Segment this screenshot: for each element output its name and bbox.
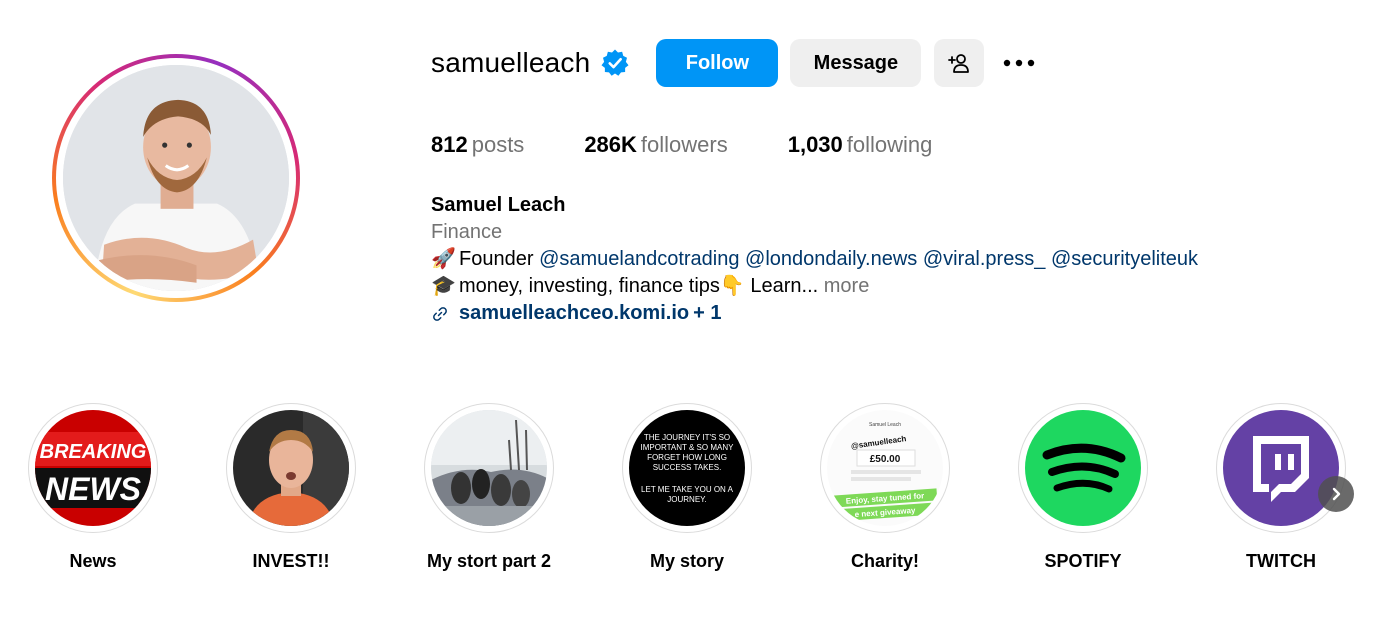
follow-button[interactable]: Follow (656, 39, 779, 87)
story-thumb-line: JOURNEY. (667, 495, 706, 504)
highlight-spotify[interactable]: SPOTIFY (1018, 403, 1148, 572)
following-count: 1,030 (787, 132, 843, 157)
avatar-photo (63, 65, 289, 291)
mention-viral-press[interactable]: @viral.press_ (923, 248, 1046, 270)
highlights-next-button[interactable] (1318, 476, 1354, 512)
chevron-right-icon (1332, 487, 1341, 501)
highlight-ring: THE JOURNEY IT'S SO IMPORTANT & SO MANY … (622, 403, 752, 533)
rocket-emoji: 🚀 (431, 248, 456, 270)
charity-thumb-amount: £50.00 (870, 454, 901, 465)
highlight-invest[interactable]: INVEST!! (226, 403, 356, 572)
charity-thumb-header: Samuel Leach (869, 422, 901, 428)
highlight-label: News (69, 551, 117, 571)
more-options-button[interactable] (996, 39, 1042, 87)
story-thumb-line: IMPORTANT & SO MANY (641, 443, 735, 452)
highlight-my-story[interactable]: THE JOURNEY IT'S SO IMPORTANT & SO MANY … (622, 403, 752, 572)
bio-line-2: 🎓 money, investing, finance tips👇 Learn..… (431, 273, 1198, 300)
highlight-ring (424, 403, 554, 533)
twitch-icon (1223, 410, 1339, 526)
posts-label: posts (471, 132, 525, 157)
highlight-label: TWITCH (1246, 551, 1316, 571)
graduation-cap-emoji: 🎓 (431, 275, 456, 297)
message-button[interactable]: Message (790, 39, 922, 87)
following-stat[interactable]: 1,030 following (788, 132, 933, 158)
followers-stat[interactable]: 286K followers (584, 132, 727, 158)
highlight-thumb-invest (233, 410, 349, 526)
profile-header: samuelleach Follow Message (431, 39, 1042, 87)
followers-count: 286K (584, 132, 637, 157)
highlight-ring (1018, 403, 1148, 533)
story-thumb-line: THE JOURNEY IT'S SO (644, 433, 730, 442)
mention-securityeliteuk[interactable]: @securityeliteuk (1051, 248, 1198, 270)
bio-founder-text: Founder (459, 248, 534, 270)
highlight-ring (226, 403, 356, 533)
avatar-gap (56, 58, 296, 298)
highlight-my-stort-part-2[interactable]: My stort part 2 (424, 403, 554, 572)
followers-label: followers (640, 132, 728, 157)
highlight-label: Charity! (850, 551, 919, 571)
posts-stat: 812 posts (431, 132, 524, 158)
profile-bio: Samuel Leach Finance 🚀 Founder @samueland… (431, 192, 1198, 327)
news-thumb-text: NEWS (45, 471, 142, 507)
link-icon (433, 306, 447, 321)
highlight-ring: Samuel Leach @samuelleach £50.00 Enjoy, … (820, 403, 950, 533)
highlight-label: My stort part 2 (426, 551, 552, 571)
highlight-thumb-my-story: THE JOURNEY IT'S SO IMPORTANT & SO MANY … (629, 410, 745, 526)
bio-line-1: 🚀 Founder @samuelandcotrading @londondail… (431, 246, 1198, 273)
bio-learn-text: Learn... (744, 275, 819, 297)
username: samuelleach (431, 47, 591, 78)
mention-samuelandcotrading[interactable]: @samuelandcotrading (539, 248, 739, 270)
breaking-thumb-text: BREAKING (40, 441, 147, 463)
bio-more-button[interactable]: more (824, 275, 870, 297)
bio-full-name: Samuel Leach (431, 194, 566, 216)
bio-link-text: samuelleachceo.komi.io (459, 302, 690, 324)
avatar[interactable] (63, 65, 289, 291)
highlight-thumb-charity: Samuel Leach @samuelleach £50.00 Enjoy, … (827, 410, 943, 526)
posts-count: 812 (431, 132, 468, 157)
pointing-down-emoji: 👇 (719, 275, 745, 297)
bio-external-link[interactable]: samuelleachceo.komi.io + 1 (431, 300, 1198, 327)
story-thumb-line: LET ME TAKE YOU ON A (641, 485, 734, 494)
highlight-charity[interactable]: Samuel Leach @samuelleach £50.00 Enjoy, … (820, 403, 950, 572)
verified-badge-icon (600, 48, 630, 78)
highlight-label: INVEST!! (252, 551, 330, 571)
highlight-ring (1216, 403, 1346, 533)
bio-category: Finance (431, 221, 503, 243)
bio-tips-text: money, investing, finance tips (459, 275, 720, 297)
story-thumb-line: FORGET HOW LONG (647, 453, 727, 462)
mention-londondaily-news[interactable]: @londondaily.news (745, 248, 917, 270)
following-label: following (846, 132, 933, 157)
spotify-icon (1025, 410, 1141, 526)
highlight-label: SPOTIFY (1044, 551, 1122, 571)
highlight-ring: BREAKING NEWS (28, 403, 158, 533)
story-highlights: BREAKING NEWS News INVEST!! My stort par… (28, 403, 1346, 572)
highlight-thumb-story-part-2 (431, 410, 547, 526)
highlight-label: My story (649, 551, 725, 571)
profile-stats: 812 posts 286K followers 1,030 following (431, 132, 932, 158)
ellipsis-icon (1004, 59, 1035, 67)
story-thumb-line: SUCCESS TAKES. (653, 463, 722, 472)
highlight-thumb-news: BREAKING NEWS (35, 410, 151, 526)
add-person-icon (948, 54, 970, 73)
suggested-users-button[interactable] (934, 39, 985, 87)
highlight-news[interactable]: BREAKING NEWS News (28, 403, 158, 572)
profile-avatar-ring[interactable] (52, 54, 300, 302)
bio-link-extra: + 1 (693, 302, 722, 324)
